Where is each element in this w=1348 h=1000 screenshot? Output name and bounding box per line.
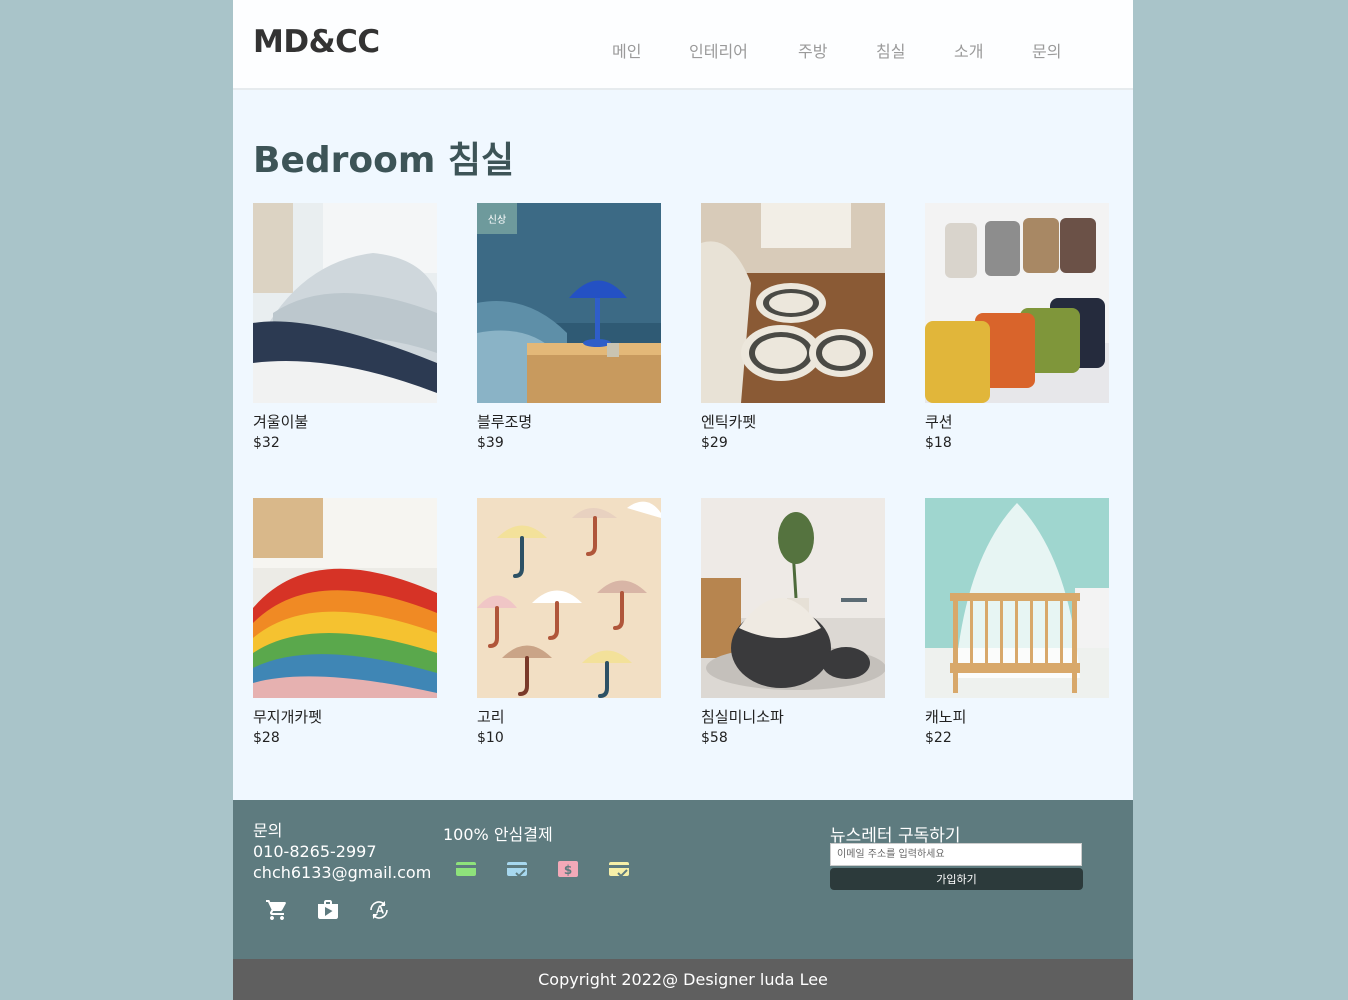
product-name[interactable]: 침실미니소파 (701, 707, 885, 727)
product-name[interactable]: 고리 (477, 707, 661, 727)
product-price: $32 (253, 435, 280, 451)
product-card[interactable]: 캐노피 $22 (925, 498, 1109, 748)
nav-item-main[interactable]: 메인 (612, 38, 641, 62)
product-price: $58 (701, 730, 728, 746)
nav-item-contact[interactable]: 문의 (1032, 38, 1061, 62)
product-image-mini-sofa[interactable] (701, 498, 885, 698)
main-nav: 메인 인테리어 주방 침실 소개 문의 (233, 38, 1133, 62)
contact-title: 문의 (253, 821, 283, 840)
product-image-cushion[interactable] (925, 203, 1109, 403)
site-header: MD&CC 메인 인테리어 주방 침실 소개 문의 (233, 0, 1133, 90)
product-price: $29 (701, 435, 728, 451)
product-name[interactable]: 쿠션 (925, 412, 1109, 432)
site-footer: 문의 010-8265-2997 chch6133@gmail.com 100%… (233, 800, 1133, 959)
product-name[interactable]: 겨울이불 (253, 412, 437, 432)
newsletter-email-input[interactable] (830, 843, 1082, 866)
product-image-blue-lamp[interactable]: 신상 (477, 203, 661, 403)
new-badge: 신상 (477, 203, 517, 234)
product-name[interactable]: 무지개카펫 (253, 707, 437, 727)
social-icons (265, 898, 391, 922)
product-price: $39 (477, 435, 504, 451)
shop-bag-icon[interactable] (316, 898, 340, 922)
product-price: $28 (253, 730, 280, 746)
footer-contact: 문의 010-8265-2997 chch6133@gmail.com (253, 820, 431, 883)
nav-item-about[interactable]: 소개 (954, 38, 983, 62)
contact-phone: 010-8265-2997 (253, 842, 377, 861)
page: MD&CC 메인 인테리어 주방 침실 소개 문의 Bedroom 침실 겨울이… (233, 0, 1133, 1000)
product-card[interactable]: 무지개카펫 $28 (253, 498, 437, 748)
product-image-rainbow-rug[interactable] (253, 498, 437, 698)
dollar-icon: $ (557, 858, 579, 880)
newsletter-subscribe-button[interactable]: 가입하기 (830, 868, 1083, 890)
product-card[interactable]: 침실미니소파 $58 (701, 498, 885, 748)
product-image-antique-rug[interactable] (701, 203, 885, 403)
product-card[interactable]: 고리 $10 (477, 498, 661, 748)
product-name[interactable]: 엔틱카펫 (701, 412, 885, 432)
payment-icons: $ (455, 858, 630, 880)
credit-card-icon (455, 858, 477, 880)
nav-item-interior[interactable]: 인테리어 (689, 38, 748, 62)
product-price: $18 (925, 435, 952, 451)
product-card[interactable]: 신상 블루조명 $39 (477, 203, 661, 453)
card-verified-icon (608, 858, 630, 880)
page-title: Bedroom 침실 (253, 140, 515, 181)
product-image-hooks[interactable] (477, 498, 661, 698)
product-name[interactable]: 블루조명 (477, 412, 661, 432)
product-image-winter-blanket[interactable] (253, 203, 437, 403)
product-name[interactable]: 캐노피 (925, 707, 1109, 727)
payment-title: 100% 안심결제 (443, 825, 553, 844)
nav-item-bedroom[interactable]: 침실 (876, 38, 905, 62)
copyright-bar: Copyright 2022@ Designer luda Lee (233, 959, 1133, 1000)
product-card[interactable]: 엔틱카펫 $29 (701, 203, 885, 453)
product-price: $22 (925, 730, 952, 746)
translate-icon[interactable] (367, 898, 391, 922)
nav-item-kitchen[interactable]: 주방 (798, 38, 827, 62)
card-check-icon (506, 858, 528, 880)
contact-email[interactable]: chch6133@gmail.com (253, 862, 431, 883)
svg-text:$: $ (564, 863, 572, 877)
product-price: $10 (477, 730, 504, 746)
product-image-canopy[interactable] (925, 498, 1109, 698)
product-card[interactable]: 쿠션 $18 (925, 203, 1109, 453)
cart-icon[interactable] (265, 898, 289, 922)
product-card[interactable]: 겨울이불 $32 (253, 203, 437, 453)
